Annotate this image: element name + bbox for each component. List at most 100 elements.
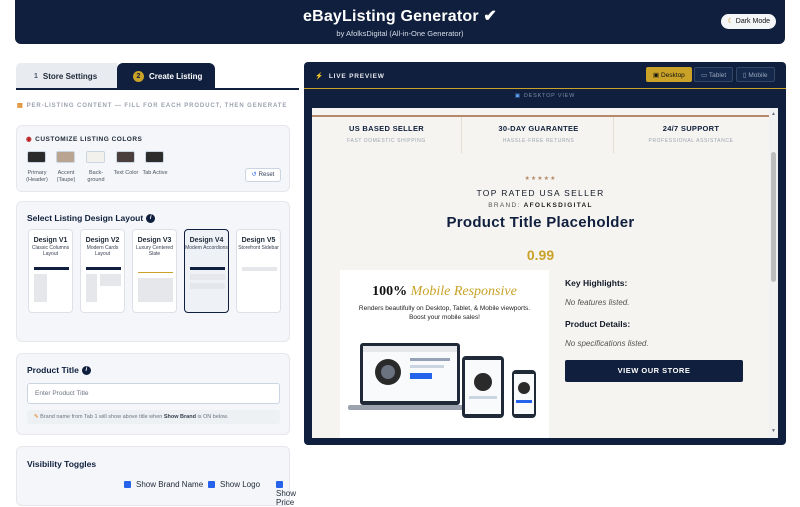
- phone-headphone: [518, 382, 530, 394]
- app-subtitle: by AfolksDigital (All-in-One Generator): [336, 29, 464, 38]
- device-mobile-button[interactable]: ▯ Mobile: [736, 67, 775, 82]
- monitor-icon: ▣: [514, 93, 521, 99]
- layout-title: Design V5: [241, 237, 276, 244]
- feature-us-seller: US BASED SELLER FAST DOMESTIC SHIPPING: [312, 117, 462, 153]
- layout-thumb-block: [190, 274, 225, 280]
- key-highlights-heading: Key Highlights:: [565, 278, 628, 288]
- product-title-input[interactable]: Enter Product Title: [27, 383, 280, 404]
- show-price-toggle[interactable]: Show Price: [276, 480, 296, 507]
- scroll-up-icon[interactable]: ▲: [771, 111, 776, 117]
- bolt-icon: ⚡: [315, 73, 324, 80]
- swatch-label: Accent (Taupe): [56, 170, 76, 183]
- tab-bar: 1 Store Settings 2 Create Listing: [16, 63, 299, 89]
- preview-frame[interactable]: US BASED SELLER FAST DOMESTIC SHIPPING 3…: [312, 108, 778, 438]
- pencil-icon: ✎: [34, 414, 39, 420]
- tab-underline: [16, 88, 299, 90]
- show-brand-toggle[interactable]: Show Brand Name: [124, 480, 203, 489]
- scroll-thumb[interactable]: [771, 152, 776, 282]
- no-specs-text: No specifications listed.: [565, 339, 649, 348]
- preview-header: ⚡ LIVE PREVIEW ▣ Desktop ▭ Tablet ▯ Mobil…: [304, 62, 786, 88]
- rating-stars-icon: ★★★★★: [524, 176, 557, 182]
- tab-create-listing[interactable]: 2 Create Listing: [117, 63, 215, 89]
- layout-heading: Select Listing Design Layout i: [27, 213, 156, 224]
- swatch-primary[interactable]: [27, 151, 46, 163]
- layout-option-v2[interactable]: Design V2 Modern Cards Layout: [80, 229, 125, 313]
- app-title: eBayListing Generator ✔: [302, 8, 498, 25]
- feature-title: 30-DAY GUARANTEE: [498, 124, 579, 133]
- laptop-text-line: [410, 365, 444, 368]
- laptop-button: [410, 373, 432, 379]
- layout-thumb-block: [138, 278, 173, 302]
- layout-option-v5[interactable]: Design V5 Storefront Sidebar: [236, 229, 281, 313]
- tab-label: Store Settings: [42, 71, 98, 81]
- device-label: Desktop: [660, 72, 685, 79]
- layout-thumb-block: [100, 274, 121, 286]
- laptop-bar: [363, 346, 457, 352]
- reset-colors-button[interactable]: ↺ Reset: [245, 168, 281, 182]
- section-note-text: PER-LISTING CONTENT — FILL FOR EACH PROD…: [26, 103, 288, 109]
- note-bold: Show Brand: [163, 414, 196, 420]
- swatch-background[interactable]: [86, 151, 105, 163]
- app-header: eBayListing Generator ✔ by AfolksDigital…: [15, 0, 785, 44]
- product-details-heading: Product Details:: [565, 319, 631, 329]
- info-icon[interactable]: i: [81, 366, 91, 376]
- swatch-accent[interactable]: [56, 151, 75, 163]
- show-logo-toggle[interactable]: Show Logo: [208, 480, 260, 489]
- layout-thumb-bar: [190, 267, 225, 270]
- swatch-text[interactable]: [116, 151, 135, 163]
- headphone-inner: [381, 365, 395, 379]
- feature-title: 24/7 SUPPORT: [662, 124, 720, 133]
- visibility-heading: Visibility Toggles: [27, 459, 97, 469]
- product-title-note: ✎ Brand name from Tab 1 will show above …: [27, 410, 280, 424]
- devices-illustration: [348, 343, 536, 418]
- dark-mode-button[interactable]: ☾ Dark Mode: [721, 14, 776, 29]
- layout-title: Design V1: [33, 237, 68, 244]
- layout-thumb-bar: [138, 272, 173, 273]
- tab-number: 2: [133, 70, 144, 82]
- brand-line: BRAND: AFOLKSDIGITAL: [312, 202, 769, 209]
- layout-option-v3[interactable]: Design V3 Luxury Centered Slate: [132, 229, 177, 313]
- device-desktop-button[interactable]: ▣ Desktop: [646, 67, 692, 82]
- product-title-label: Product Title: [27, 365, 79, 375]
- feature-sub: FAST DOMESTIC SHIPPING: [347, 138, 426, 144]
- checkbox-icon: [124, 481, 131, 488]
- layout-title: Design V2: [85, 237, 120, 244]
- section-note: ▤ PER-LISTING CONTENT — FILL FOR EACH PRO…: [17, 102, 287, 109]
- product-title-heading: Product Title i: [27, 365, 91, 376]
- layout-desc: Luxury Centered Slate: [136, 245, 173, 257]
- layout-desc: Modern Cards Layout: [86, 245, 119, 257]
- preview-divider: [304, 88, 786, 89]
- swatch-tab-active[interactable]: [145, 151, 164, 163]
- tablet-text-line: [469, 396, 497, 399]
- layout-option-v4[interactable]: Design V4 Modern Accordions: [184, 229, 229, 313]
- dark-mode-label: Dark Mode: [735, 18, 770, 25]
- visibility-card: Visibility Toggles Show Brand Name Show …: [16, 446, 296, 507]
- device-label: Mobile: [748, 72, 768, 79]
- preview-product-title: Product Title Placeholder: [446, 214, 635, 231]
- palette-icon: ◉: [26, 136, 33, 143]
- pin-icon: ▤: [17, 103, 24, 109]
- layout-heading-text: Select Listing Design Layout: [27, 213, 144, 223]
- layout-title: Design V4: [189, 237, 224, 244]
- top-rated-label: TOP RATED USA SELLER: [476, 188, 605, 198]
- preview-scrollbar[interactable]: ▲ ▼: [769, 108, 778, 438]
- layout-thumb-bar: [34, 267, 69, 270]
- layout-desc: Classic Columns Layout: [31, 245, 70, 257]
- moon-icon: ☾: [727, 18, 734, 25]
- layout-option-v1[interactable]: Design V1 Classic Columns Layout: [28, 229, 73, 313]
- note-prefix: Brand name from Tab 1 will show above ti…: [40, 414, 164, 420]
- brand-prefix: BRAND:: [488, 202, 524, 209]
- live-preview-text: LIVE PREVIEW: [328, 73, 385, 80]
- info-icon[interactable]: i: [146, 214, 156, 224]
- reset-icon: ↺: [251, 172, 257, 178]
- laptop-base: [348, 405, 472, 410]
- scroll-down-icon[interactable]: ▼: [771, 428, 776, 434]
- tab-store-settings[interactable]: 1 Store Settings: [16, 63, 117, 89]
- desktop-view-text: DESKTOP VIEW: [523, 93, 576, 99]
- laptop-text-line: [410, 358, 450, 361]
- view-store-button[interactable]: VIEW OUR STORE: [565, 360, 743, 382]
- feature-guarantee: 30-DAY GUARANTEE HASSLE-FREE RETURNS: [464, 117, 614, 153]
- device-tablet-button[interactable]: ▭ Tablet: [694, 67, 734, 82]
- desktop-view-label: ▣ DESKTOP VIEW: [304, 93, 786, 99]
- checkbox-icon: [276, 481, 283, 488]
